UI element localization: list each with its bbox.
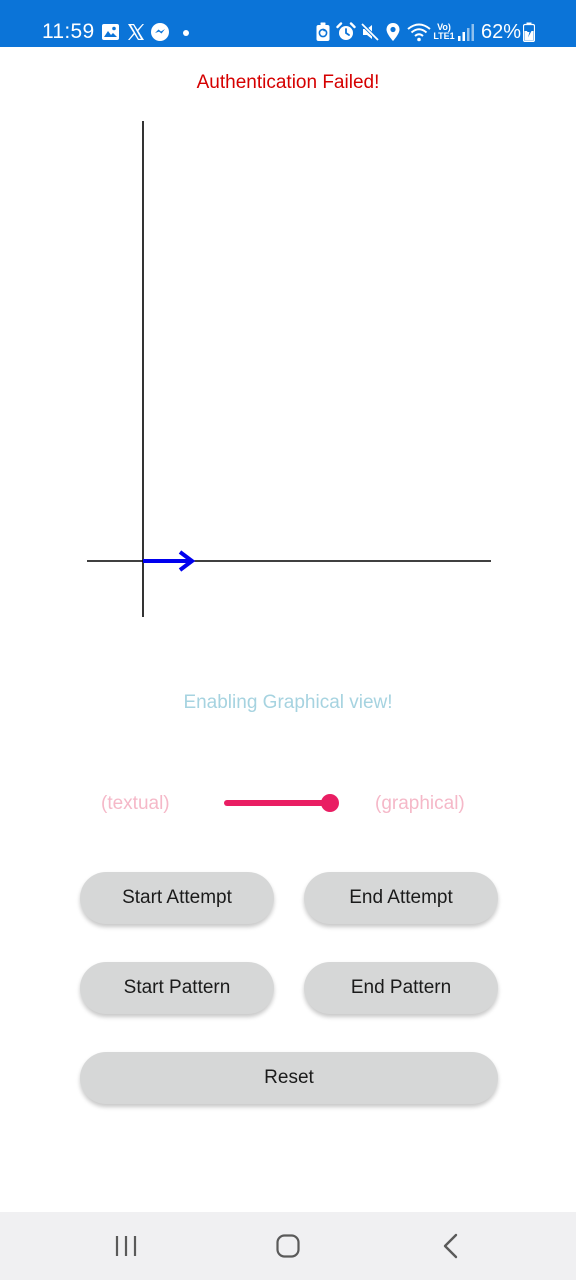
- reset-button[interactable]: Reset: [80, 1052, 498, 1104]
- switch-thumb[interactable]: [321, 794, 339, 812]
- x-app-icon: [128, 24, 144, 40]
- gallery-icon: [102, 24, 119, 40]
- recents-button[interactable]: [97, 1226, 157, 1266]
- back-button[interactable]: [420, 1226, 480, 1266]
- dot-icon: [183, 30, 189, 36]
- alarm-icon: [336, 22, 356, 40]
- authentication-status-message: Authentication Failed!: [196, 72, 380, 93]
- graphical-label: (graphical): [375, 793, 465, 814]
- start-pattern-button[interactable]: Start Pattern: [80, 962, 274, 1014]
- start-attempt-button[interactable]: Start Attempt: [80, 872, 274, 924]
- navigation-bar: [0, 1212, 576, 1280]
- textual-label: (textual): [101, 793, 170, 814]
- view-mode-message: Enabling Graphical view!: [183, 692, 393, 713]
- switch-track[interactable]: [224, 800, 332, 806]
- recents-icon: [115, 1236, 137, 1256]
- home-icon: [276, 1234, 300, 1258]
- back-icon: [443, 1233, 458, 1259]
- network-type-label: Vo) LTE1: [433, 22, 455, 41]
- battery-percent: 62%: [481, 21, 522, 43]
- end-attempt-button[interactable]: End Attempt: [304, 872, 498, 924]
- location-icon: [386, 23, 400, 41]
- signal-icon: [458, 24, 474, 41]
- graph-view: [87, 121, 491, 617]
- battery-saver-icon: [316, 22, 330, 41]
- status-time: 11:59: [42, 20, 95, 43]
- messenger-icon: [151, 23, 169, 41]
- status-bar: 11:59 Vo) LTE1 62%: [0, 0, 576, 47]
- end-pattern-button[interactable]: End Pattern: [304, 962, 498, 1014]
- wifi-icon: [407, 23, 431, 42]
- app-screen: 11:59 Vo) LTE1 62% Authentication Failed…: [0, 0, 576, 1280]
- home-button[interactable]: [258, 1226, 318, 1266]
- view-toggle-row: (textual) (graphical): [0, 784, 576, 824]
- battery-icon: [523, 22, 535, 42]
- mute-icon: [360, 22, 380, 42]
